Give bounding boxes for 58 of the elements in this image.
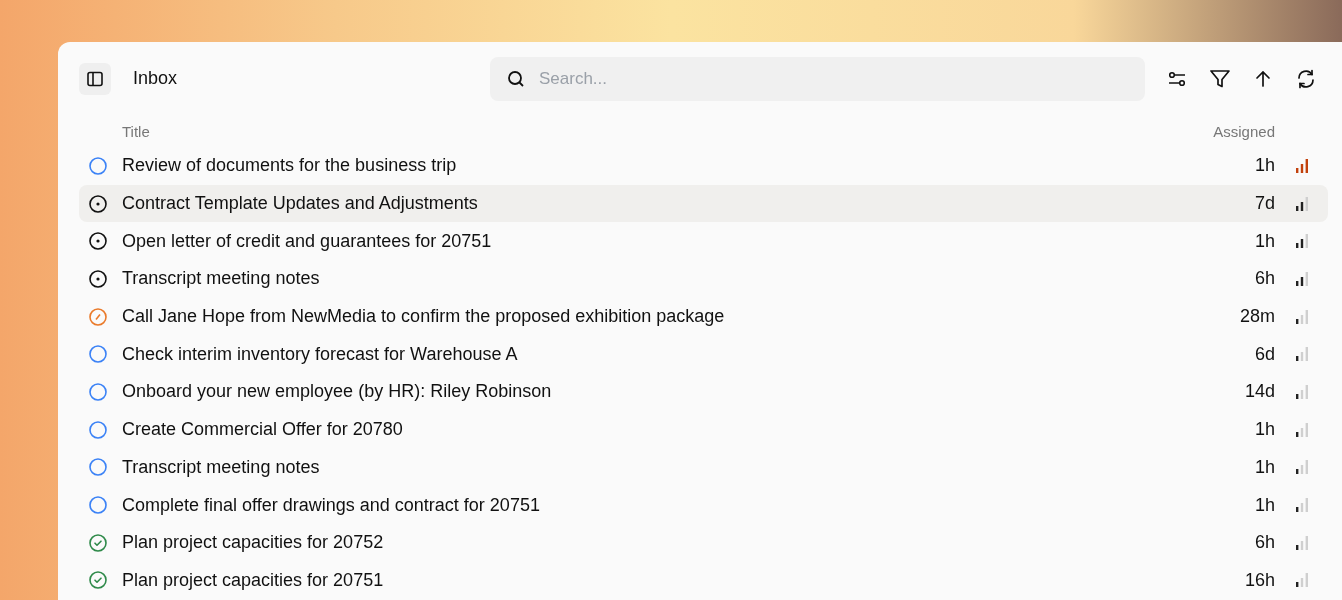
arrow-up-icon[interactable] bbox=[1253, 68, 1273, 89]
task-title: Complete final offer drawings and contract for 20751 bbox=[122, 493, 540, 517]
sidebar-icon bbox=[86, 69, 104, 88]
task-title: Review of documents for the business trip bbox=[122, 154, 457, 178]
assigned-time: 28m bbox=[1240, 305, 1275, 329]
page-title: Inbox bbox=[133, 67, 179, 90]
task-row[interactable]: Plan project capacities for 20751 16h bbox=[79, 561, 1328, 600]
task-title: Plan project capacities for 20751 bbox=[122, 568, 384, 592]
task-title: Transcript meeting notes bbox=[122, 267, 320, 291]
task-row[interactable]: Create Commercial Offer for 20780 1h bbox=[79, 410, 1328, 449]
task-title: Create Commercial Offer for 20780 bbox=[122, 418, 403, 442]
task-row[interactable]: Check interim inventory forecast for Warehouse A 6d bbox=[79, 335, 1328, 374]
column-header: Assigned bbox=[1213, 121, 1275, 142]
task-title: Transcript meeting notes bbox=[122, 455, 320, 479]
assigned-time: 1h bbox=[1254, 493, 1275, 517]
task-row[interactable]: Plan project capacities for 20752 6h bbox=[79, 523, 1328, 562]
task-row[interactable]: Complete final offer drawings and contract for 20751 1h bbox=[79, 486, 1328, 524]
status-circle-icon[interactable] bbox=[88, 344, 108, 365]
status-check-circle-icon[interactable] bbox=[88, 570, 108, 591]
assigned-time: 6h bbox=[1254, 531, 1275, 555]
status-dot-circle-icon[interactable] bbox=[88, 193, 108, 214]
sidebar-toggle-button[interactable] bbox=[79, 62, 111, 95]
task-row[interactable]: Onboard your new employee (by HR): Riley Robinson 14d bbox=[79, 373, 1328, 411]
assigned-time: 1h bbox=[1254, 154, 1275, 178]
task-title: Check interim inventory forecast for Warehouse A bbox=[122, 342, 518, 366]
task-row[interactable]: Review of documents for the business trip 1h bbox=[79, 147, 1328, 185]
assigned-time: 1h bbox=[1254, 455, 1275, 479]
task-title: Call Jane Hope from NewMedia to confirm the proposed exhibition package bbox=[122, 305, 725, 329]
status-circle-icon[interactable] bbox=[88, 457, 108, 478]
task-row[interactable]: Transcript meeting notes 6h bbox=[79, 260, 1328, 298]
status-circle-icon[interactable] bbox=[88, 381, 108, 402]
task-row[interactable]: Call Jane Hope from NewMedia to confirm the proposed exhibition package 28m bbox=[79, 297, 1328, 336]
status-dot-circle-icon[interactable] bbox=[88, 231, 108, 252]
task-row[interactable]: Open letter of credit and guarantees for 20751 1h bbox=[79, 222, 1328, 261]
column-header: Title bbox=[122, 121, 150, 142]
assigned-time: 6d bbox=[1254, 342, 1275, 366]
status-circle-icon[interactable] bbox=[88, 419, 108, 440]
status-circle-icon[interactable] bbox=[88, 155, 108, 176]
assigned-time: 7d bbox=[1254, 192, 1275, 216]
assigned-time: 6h bbox=[1254, 267, 1275, 291]
task-title: Plan project capacities for 20752 bbox=[122, 531, 384, 555]
assigned-time: 1h bbox=[1254, 229, 1275, 253]
refresh-icon[interactable] bbox=[1295, 67, 1317, 90]
status-slash-circle-icon[interactable] bbox=[88, 306, 108, 327]
task-row[interactable]: Transcript meeting notes 1h bbox=[79, 448, 1328, 487]
status-dot-circle-icon[interactable] bbox=[88, 268, 108, 289]
search-field[interactable]: Search... bbox=[490, 56, 1145, 101]
filter-icon[interactable] bbox=[1209, 67, 1231, 90]
assigned-time: 1h bbox=[1254, 418, 1275, 442]
status-check-circle-icon[interactable] bbox=[88, 532, 108, 553]
assigned-time: 16h bbox=[1244, 568, 1275, 592]
task-title: Open letter of credit and guarantees for 20751 bbox=[122, 229, 492, 253]
task-row[interactable]: Contract Template Updates and Adjustments 7d bbox=[79, 184, 1328, 223]
task-title: Contract Template Updates and Adjustments bbox=[122, 192, 478, 216]
task-title: Onboard your new employee (by HR): Riley Robinson bbox=[122, 380, 552, 404]
search-icon bbox=[506, 68, 526, 89]
assigned-time: 14d bbox=[1244, 380, 1275, 404]
status-circle-icon[interactable] bbox=[88, 495, 108, 516]
